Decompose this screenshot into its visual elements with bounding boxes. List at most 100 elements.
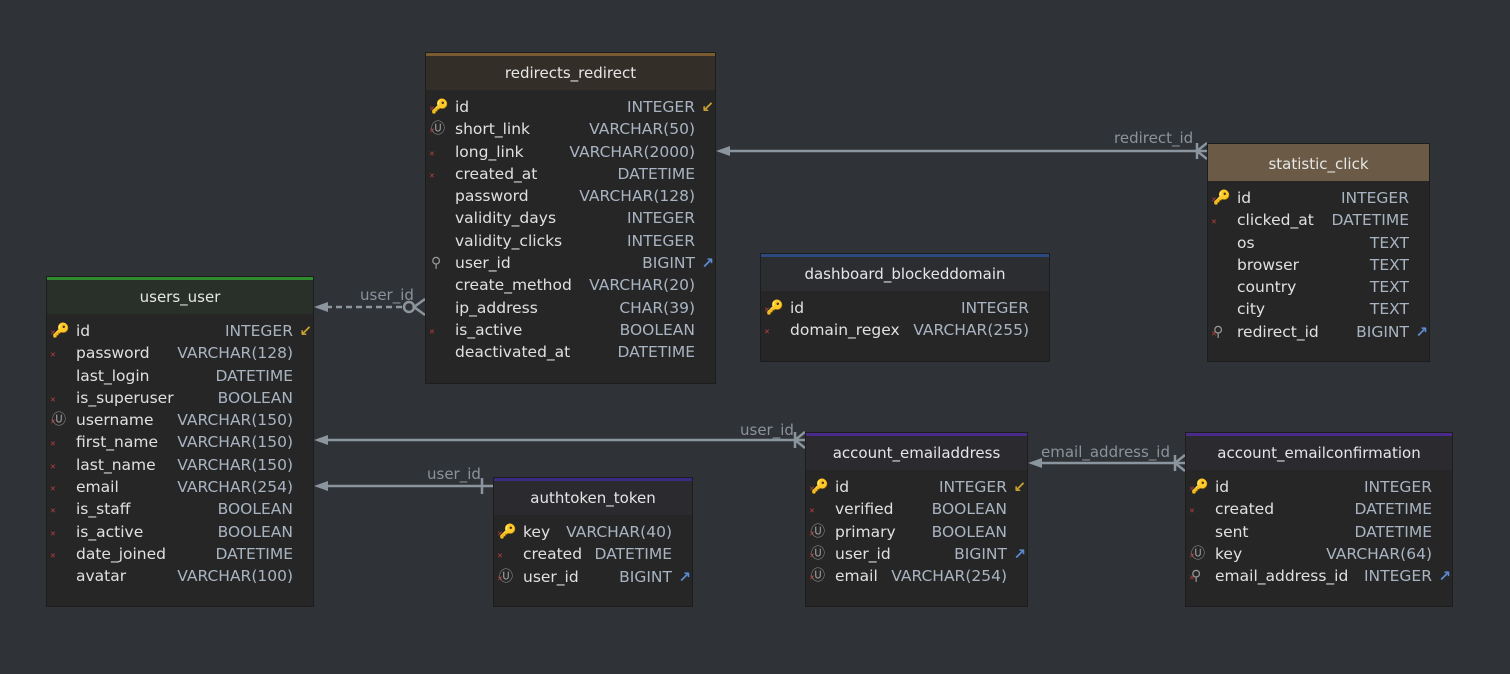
foreign-key-arrow-icon: ↗ xyxy=(1013,544,1026,563)
not-null-icon: ✕ xyxy=(497,552,503,561)
not-null-icon: ✕ xyxy=(50,507,56,516)
table-account-emailconfirmation[interactable]: account_emailconfirmation ✕ 🔑 id INTEGER ✕ cre… xyxy=(1185,432,1453,607)
referenced-arrow-icon: ↙ xyxy=(1013,478,1026,496)
column-row[interactable]: ✕ is_active BOOLEAN xyxy=(47,521,313,543)
column-name: redirect_id xyxy=(1237,322,1319,341)
column-row[interactable]: ✕ long_link VARCHAR(2000) xyxy=(426,141,715,163)
column-row[interactable]: ✕ ⚲ email_address_id INTEGER ↗ xyxy=(1186,565,1452,587)
table-title[interactable]: redirects_redirect xyxy=(426,53,715,90)
column-list: ✕ 🔑 id INTEGER ✕ created DATETIME sent DATETIME ✕… xyxy=(1186,470,1452,587)
table-title[interactable]: dashboard_blockeddomain xyxy=(761,254,1049,291)
table-title[interactable]: account_emailaddress xyxy=(806,433,1027,470)
column-row[interactable]: ✕ is_staff BOOLEAN xyxy=(47,498,313,520)
column-name: country xyxy=(1237,278,1297,297)
column-row[interactable]: ✕ created DATETIME xyxy=(1186,498,1452,520)
column-type: VARCHAR(100) xyxy=(177,567,293,586)
column-row[interactable]: validity_days INTEGER xyxy=(426,207,715,229)
column-row[interactable]: ✕ Ⓤprimary BOOLEAN xyxy=(806,521,1027,543)
relation-label: email_address_id xyxy=(1041,443,1170,462)
column-row[interactable]: ✕ Ⓤuser_id BIGINT ↗ xyxy=(806,543,1027,565)
column-row[interactable]: ✕ 🔑 id INTEGER xyxy=(1186,476,1452,498)
column-row[interactable]: password VARCHAR(128) xyxy=(426,185,715,207)
unique-index-icon: Ⓤ xyxy=(811,568,825,585)
referenced-arrow-icon: ↙ xyxy=(701,98,714,116)
column-row[interactable]: ✕ Ⓤemail VARCHAR(254) xyxy=(806,565,1027,587)
column-row[interactable]: ✕ last_name VARCHAR(150) xyxy=(47,454,313,476)
table-users-user[interactable]: users_user ✕ 🔑 id INTEGER ↙ ✕ password VARCHAR(1… xyxy=(46,276,314,607)
relation-user-id-emailaddress[interactable] xyxy=(314,431,806,449)
column-type: DATETIME xyxy=(1331,211,1409,230)
unique-index-icon: Ⓤ xyxy=(811,545,825,562)
column-row[interactable]: ✕ Ⓤshort_link VARCHAR(50) xyxy=(426,118,715,140)
column-row[interactable]: browser TEXT xyxy=(1208,254,1429,276)
column-row[interactable]: city TEXT xyxy=(1208,298,1429,320)
column-name: key xyxy=(1215,544,1243,563)
column-row[interactable]: ✕ 🔑 id INTEGER ↙ xyxy=(47,320,313,342)
column-row[interactable]: ✕ password VARCHAR(128) xyxy=(47,342,313,364)
table-title[interactable]: account_emailconfirmation xyxy=(1186,433,1452,470)
table-account-emailaddress[interactable]: account_emailaddress ✕ 🔑 id INTEGER ↙ ✕ verifie… xyxy=(805,432,1028,607)
column-type: VARCHAR(150) xyxy=(177,411,293,430)
column-row[interactable]: ⚲ user_id BIGINT ↗ xyxy=(426,252,715,274)
column-row[interactable]: ✕ Ⓤusername VARCHAR(150) xyxy=(47,409,313,431)
column-row[interactable]: ✕ 🔑 id INTEGER xyxy=(1208,187,1429,209)
column-type: VARCHAR(20) xyxy=(589,276,695,295)
column-row[interactable]: os TEXT xyxy=(1208,232,1429,254)
column-type: TEXT xyxy=(1369,300,1409,319)
column-row[interactable]: ✕ is_superuser BOOLEAN xyxy=(47,387,313,409)
not-null-icon: ✕ xyxy=(50,351,56,360)
not-null-icon: ✕ xyxy=(429,327,435,336)
column-type: BOOLEAN xyxy=(217,500,293,519)
column-type: INTEGER xyxy=(1363,567,1432,586)
column-name: user_id xyxy=(835,544,891,563)
column-name: create_method xyxy=(455,276,572,295)
table-title[interactable]: users_user xyxy=(47,277,313,314)
column-row[interactable]: ✕ 🔑 id INTEGER ↙ xyxy=(426,96,715,118)
column-type: VARCHAR(150) xyxy=(177,433,293,452)
column-row[interactable]: avatar VARCHAR(100) xyxy=(47,565,313,587)
column-row[interactable]: ✕ email VARCHAR(254) xyxy=(47,476,313,498)
table-statistic-click[interactable]: statistic_click ✕ 🔑 id INTEGER ✕ clicked_at DAT… xyxy=(1207,143,1430,362)
table-redirects-redirect[interactable]: redirects_redirect ✕ 🔑 id INTEGER ↙ ✕ Ⓤshort_li… xyxy=(425,52,716,384)
table-title[interactable]: statistic_click xyxy=(1208,144,1429,181)
unique-index-icon: Ⓤ xyxy=(431,121,445,138)
column-row[interactable]: ✕ clicked_at DATETIME xyxy=(1208,209,1429,231)
column-list: ✕ 🔑 key VARCHAR(40) ✕ created DATETIME ✕ Ⓤuser_i… xyxy=(494,515,692,588)
table-authtoken-token[interactable]: authtoken_token ✕ 🔑 key VARCHAR(40) ✕ created D… xyxy=(493,477,693,607)
column-type: DATETIME xyxy=(617,164,695,183)
column-name: date_joined xyxy=(76,544,166,563)
column-row[interactable]: last_login DATETIME xyxy=(47,365,313,387)
column-row[interactable]: deactivated_at DATETIME xyxy=(426,341,715,363)
column-row[interactable]: ✕ 🔑 id INTEGER ↙ xyxy=(806,476,1027,498)
column-row[interactable]: validity_clicks INTEGER xyxy=(426,230,715,252)
column-row[interactable]: ✕ domain_regex VARCHAR(255) xyxy=(761,319,1049,341)
column-row[interactable]: ✕ ⚲ redirect_id BIGINT ↗ xyxy=(1208,321,1429,343)
column-row[interactable]: ✕ verified BOOLEAN xyxy=(806,498,1027,520)
column-name: short_link xyxy=(455,120,530,139)
column-row[interactable]: ✕ 🔑 key VARCHAR(40) xyxy=(494,521,692,543)
column-name: city xyxy=(1237,300,1266,319)
column-list: ✕ 🔑 id INTEGER ↙ ✕ password VARCHAR(128) last_lo… xyxy=(47,314,313,588)
column-row[interactable]: sent DATETIME xyxy=(1186,521,1452,543)
column-name: deactivated_at xyxy=(455,343,571,362)
column-row[interactable]: ✕ Ⓤkey VARCHAR(64) xyxy=(1186,543,1452,565)
column-row[interactable]: ✕ 🔑 id INTEGER xyxy=(761,297,1049,319)
not-null-icon: ✕ xyxy=(50,462,56,471)
table-dashboard-blockeddomain[interactable]: dashboard_blockeddomain ✕ 🔑 id INTEGER ✕ domai… xyxy=(760,253,1050,362)
column-name: email_address_id xyxy=(1215,567,1349,586)
column-row[interactable]: ✕ created DATETIME xyxy=(494,543,692,565)
column-row[interactable]: ✕ created_at DATETIME xyxy=(426,163,715,185)
column-type: VARCHAR(128) xyxy=(579,187,695,206)
column-row[interactable]: ip_address CHAR(39) xyxy=(426,297,715,319)
column-row[interactable]: create_method VARCHAR(20) xyxy=(426,274,715,296)
column-name: domain_regex xyxy=(790,321,900,340)
table-title[interactable]: authtoken_token xyxy=(494,478,692,515)
column-row[interactable]: ✕ Ⓤuser_id BIGINT ↗ xyxy=(494,566,692,588)
column-row[interactable]: ✕ is_active BOOLEAN xyxy=(426,319,715,341)
not-null-icon: ✕ xyxy=(809,507,815,516)
column-row[interactable]: ✕ date_joined DATETIME xyxy=(47,543,313,565)
column-type: TEXT xyxy=(1369,255,1409,274)
column-row[interactable]: country TEXT xyxy=(1208,276,1429,298)
column-row[interactable]: ✕ first_name VARCHAR(150) xyxy=(47,431,313,453)
column-name: user_id xyxy=(455,254,511,273)
